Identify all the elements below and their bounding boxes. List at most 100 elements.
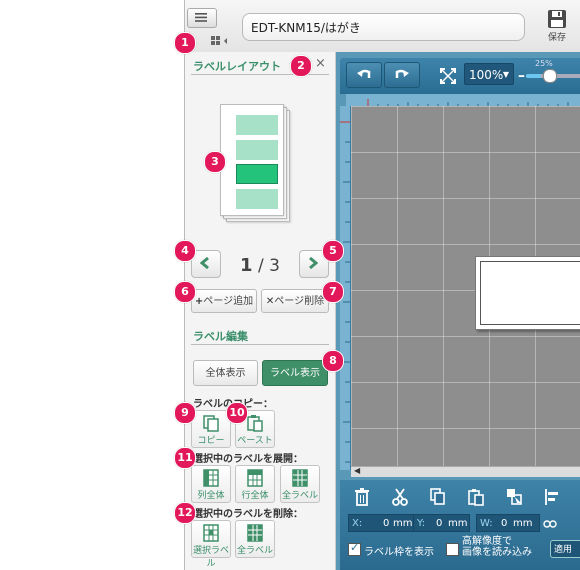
align-icon[interactable] [544, 488, 560, 506]
x-value: 0 [383, 518, 390, 529]
show-all-button[interactable]: 全体表示 [193, 360, 258, 386]
object-toolbar: X: 0 mm Y: 0 mm W: 0 mm ラベル枠を表示 高解像度で 画像… [340, 480, 580, 570]
all-grid-icon [292, 469, 308, 487]
paste-icon [247, 415, 263, 432]
callout-badge-8: 8 [322, 350, 344, 372]
copy-label: コピー [197, 436, 225, 446]
edit-section-title: ラベル編集 [193, 330, 248, 343]
copy-icon[interactable] [430, 488, 446, 506]
editor-toolbar: 100% ▼ – 25% [340, 58, 580, 94]
copy-button[interactable]: コピー [191, 410, 231, 448]
show-frame-label: ラベル枠を表示 [364, 547, 434, 558]
label-preview[interactable] [475, 256, 580, 330]
hires-checkbox[interactable] [446, 543, 459, 556]
cut-icon[interactable] [392, 488, 408, 506]
callout-badge-10: 10 [226, 402, 248, 424]
row-grid-icon [247, 469, 263, 487]
save-button[interactable]: 保存 [539, 9, 575, 49]
paste-label: ペースト [237, 436, 273, 446]
editor-workspace: 100% ▼ – 25% ◀ X: 0 mm Y: 0 mm W: 0 mm ✓… [336, 52, 580, 570]
x-label: X: [352, 518, 363, 529]
expand-row-label: 行全体 [241, 491, 269, 501]
page-current: 1 [240, 255, 253, 276]
save-icon [548, 10, 566, 28]
save-label: 保存 [547, 33, 566, 43]
width-field[interactable]: W: 0 mm [476, 514, 540, 532]
chevron-left-icon [200, 257, 209, 269]
horizontal-scrollbar[interactable]: ◀ [351, 466, 580, 477]
app-frame: EDT-KNM15/はがき 保存 ラベルレイアウト × 1 / 3 +ページ追加… [184, 0, 580, 570]
column-grid-icon [203, 469, 219, 487]
zoom-value: 100% [469, 68, 504, 82]
hamburger-icon [195, 13, 207, 22]
y-coordinate-field[interactable]: Y: 0 mm [414, 514, 470, 532]
callout-badge-3: 3 [204, 151, 226, 173]
layout-grid-button[interactable] [205, 32, 233, 50]
paste-icon[interactable] [468, 488, 484, 506]
grid-all-icon [247, 524, 263, 542]
delete-all-label: 全ラベル [236, 546, 273, 556]
show-label-button[interactable]: ラベル表示 [262, 360, 328, 386]
expand-column-label: 列全体 [197, 491, 225, 501]
close-panel-button[interactable]: × [315, 56, 326, 71]
callout-badge-5: 5 [322, 240, 344, 262]
thumb-label-1 [236, 115, 278, 135]
page-total: 3 [269, 256, 280, 276]
y-label: Y: [417, 518, 426, 529]
delete-page-button[interactable]: ✕ページ削除 [261, 289, 329, 313]
redo-button[interactable] [384, 62, 420, 88]
zoom-slider-knob[interactable] [543, 69, 557, 83]
callout-badge-7: 7 [322, 281, 344, 303]
expand-column-button[interactable]: 列全体 [191, 465, 231, 503]
grid-icon [211, 36, 227, 45]
menu-button[interactable] [187, 8, 217, 28]
sheet-front [220, 104, 284, 216]
zoom-select[interactable]: 100% ▼ [464, 63, 514, 85]
callout-badge-12: 12 [174, 502, 196, 524]
y-unit: mm [448, 518, 468, 529]
w-unit: mm [513, 518, 533, 529]
apply-button[interactable]: 適用 [550, 540, 580, 558]
fit-screen-icon[interactable] [440, 68, 456, 84]
bring-front-icon[interactable] [506, 488, 522, 506]
page-separator: / [257, 256, 264, 276]
zoom-slider-fill [526, 74, 541, 78]
zoom-slider-percent: 25% [535, 59, 553, 68]
delete-selected-button[interactable]: 選択ラベル [191, 520, 231, 569]
undo-icon [357, 69, 371, 78]
panel-title: ラベルレイアウト [193, 60, 281, 73]
link-icon[interactable] [543, 520, 557, 528]
thumb-label-selected [236, 164, 278, 184]
hires-label-line2: 画像を読み込み [462, 547, 532, 558]
trash-icon[interactable] [354, 488, 370, 506]
callout-badge-2: 2 [290, 55, 312, 77]
expand-row-button[interactable]: 行全体 [235, 465, 275, 503]
thumb-label-4 [236, 189, 278, 209]
label-layout-thumbnail[interactable] [220, 104, 295, 222]
add-page-button[interactable]: +ページ追加 [191, 289, 257, 313]
scroll-left-icon[interactable]: ◀ [354, 466, 360, 475]
expand-all-button[interactable]: 全ラベル [280, 465, 320, 503]
show-frame-checkbox[interactable] [348, 541, 361, 556]
caret-down-icon: ▼ [502, 70, 509, 79]
callout-badge-9: 9 [174, 402, 196, 424]
x-unit: mm [393, 518, 413, 529]
thumb-label-2 [236, 140, 278, 160]
x-coordinate-field[interactable]: X: 0 mm [348, 514, 414, 532]
filename-field[interactable]: EDT-KNM15/はがき [242, 13, 525, 41]
callout-badge-11: 11 [174, 447, 196, 469]
label-frame [480, 261, 580, 325]
delete-page-label: ページ削除 [274, 296, 325, 307]
w-label: W: [480, 518, 493, 529]
grid-selected-icon [203, 524, 219, 542]
expand-section-label: 選択中のラベルを展開： [193, 454, 303, 465]
delete-selected-label: 選択ラベル [192, 546, 229, 569]
callout-badge-4: 4 [174, 240, 196, 262]
undo-button[interactable] [346, 62, 382, 88]
add-page-label: ページ追加 [203, 296, 254, 307]
delete-all-button[interactable]: 全ラベル [235, 520, 275, 558]
copy-icon [203, 415, 219, 432]
zoom-out-icon[interactable]: – [518, 68, 525, 84]
label-canvas[interactable] [351, 106, 580, 468]
divider [191, 344, 329, 345]
